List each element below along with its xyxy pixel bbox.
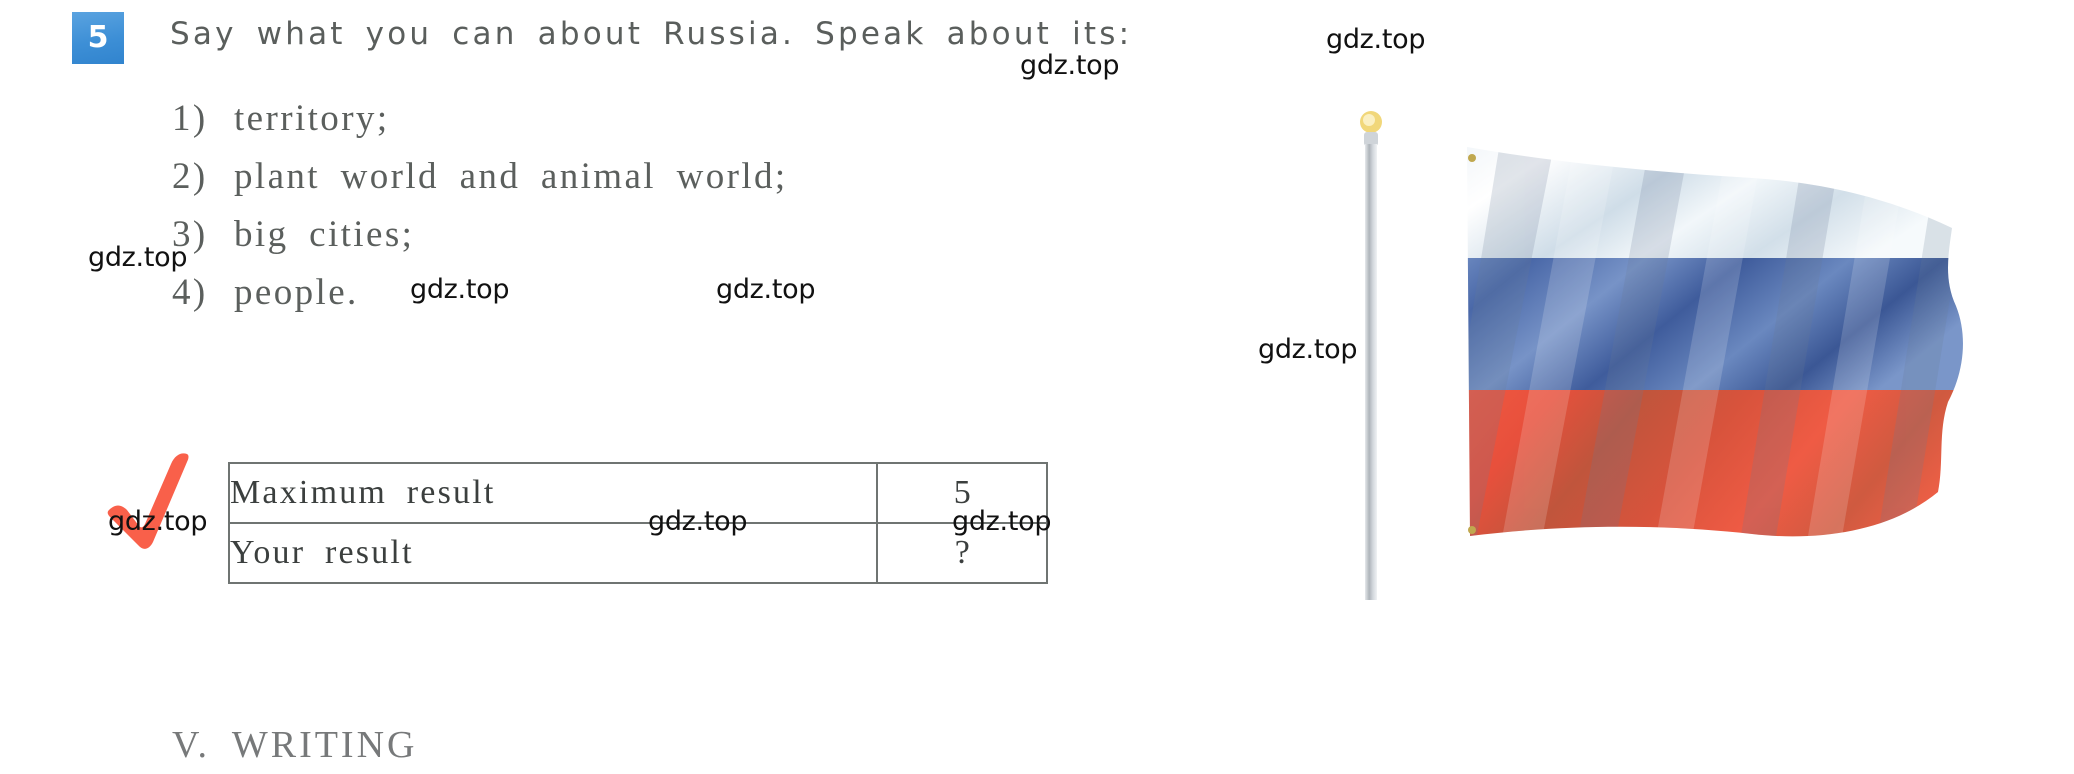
list-item-marker: 1) — [172, 98, 208, 139]
list-item-text: big cities; — [234, 214, 415, 255]
watermark: gdz.top — [108, 506, 208, 537]
watermark: gdz.top — [1020, 50, 1120, 81]
table-cell-label: Your result — [227, 522, 879, 584]
watermark: gdz.top — [716, 274, 816, 305]
watermark: gdz.top — [648, 506, 748, 537]
list-item: 1) territory; — [172, 90, 788, 148]
exercise-number-badge: 5 — [72, 12, 124, 64]
task-heading: Say what you can about Russia. Speak abo… — [170, 16, 1133, 52]
section-heading: V. WRITING — [172, 724, 418, 766]
table-cell-label: Maximum result — [227, 462, 879, 524]
russian-flag-illustration — [1360, 111, 1963, 600]
list-item-text: people. — [234, 272, 359, 313]
flag-pole-icon — [1360, 111, 1382, 600]
watermark: gdz.top — [410, 274, 510, 305]
watermark: gdz.top — [1326, 24, 1426, 55]
watermark: gdz.top — [88, 242, 188, 273]
watermark: gdz.top — [1258, 334, 1358, 365]
watermark: gdz.top — [952, 506, 1052, 537]
list-item-text: plant world and animal world; — [234, 156, 788, 197]
list-item-marker: 2) — [172, 156, 208, 197]
list-item-text: territory; — [234, 98, 390, 139]
list-item: 2) plant world and animal world; — [172, 148, 788, 206]
table-row: Your result ? — [227, 522, 1048, 584]
table-row: Maximum result 5 — [227, 462, 1048, 524]
flag-body — [1467, 147, 1963, 537]
result-table: Maximum result 5 Your result ? — [227, 462, 1048, 584]
list-item: 3) big cities; — [172, 206, 788, 264]
